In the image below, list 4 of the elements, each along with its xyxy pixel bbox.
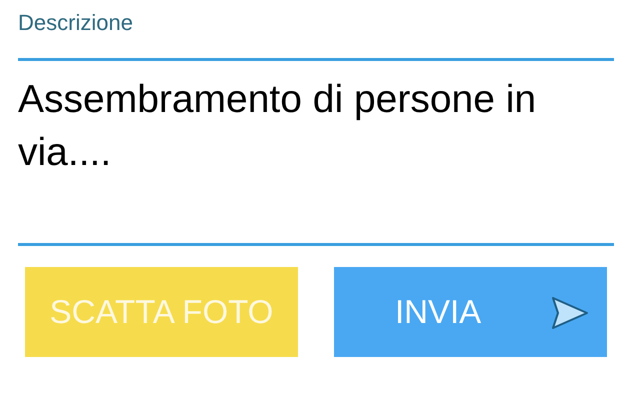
- photo-button[interactable]: SCATTA FOTO: [25, 267, 298, 357]
- send-icon: [551, 296, 589, 330]
- send-button[interactable]: INVIA: [334, 267, 607, 357]
- field-label: Descrizione: [18, 9, 133, 37]
